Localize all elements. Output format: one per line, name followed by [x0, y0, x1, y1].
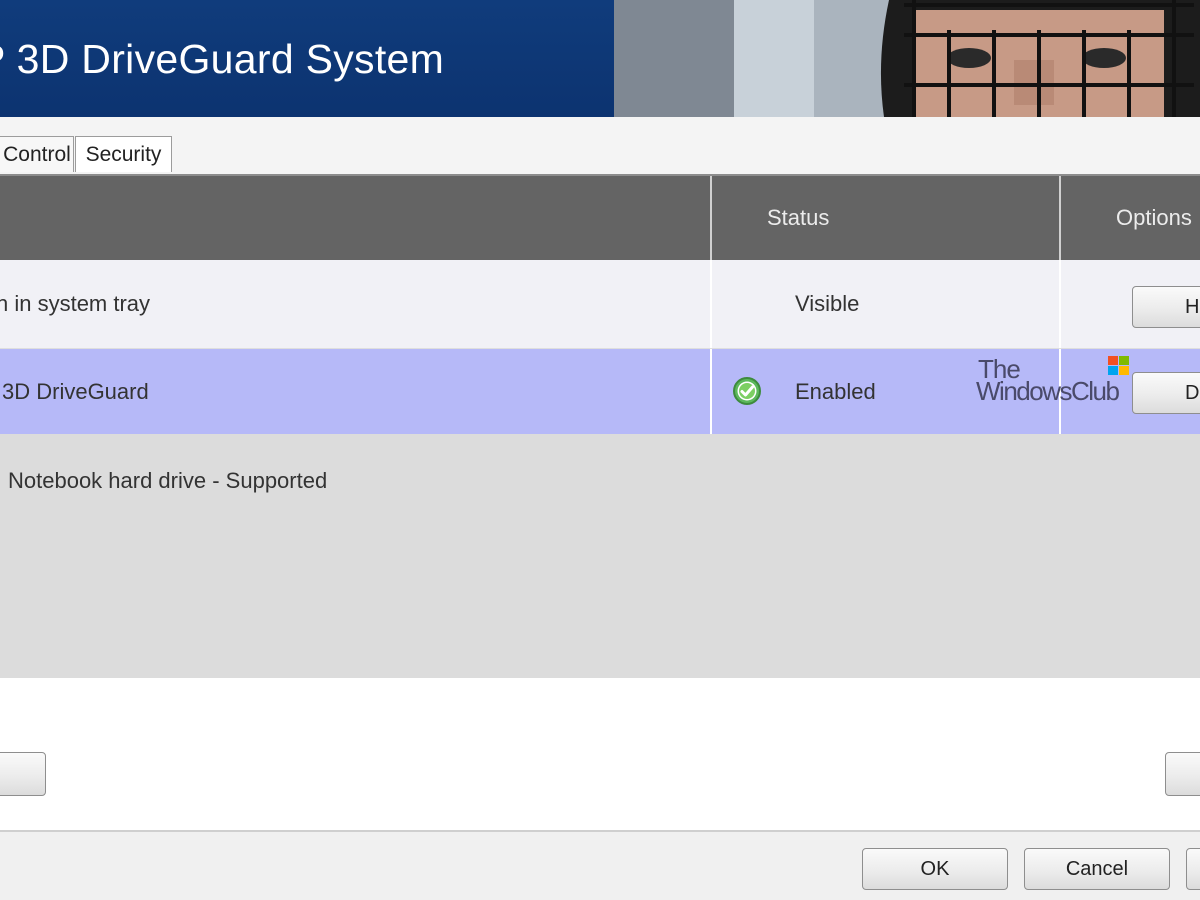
apply-button[interactable]	[1186, 848, 1200, 890]
row-name: n in system tray	[0, 291, 151, 316]
disable-button[interactable]: D	[1132, 372, 1200, 414]
lower-area	[0, 678, 1200, 830]
hide-icon-button[interactable]: H	[1132, 286, 1200, 328]
row-status-cell: Visible	[712, 260, 1061, 348]
row-name-cell: 3D DriveGuard	[0, 349, 712, 434]
table-header: Status Options	[0, 174, 1200, 260]
column-header-status: Status	[712, 176, 1061, 260]
row-name-cell: n in system tray	[0, 260, 712, 348]
column-header-name	[0, 176, 712, 260]
app-banner: P 3D DriveGuard System	[0, 0, 1200, 117]
cancel-button[interactable]: Cancel	[1024, 848, 1170, 890]
ok-button[interactable]: OK	[862, 848, 1008, 890]
hockey-player-image	[614, 0, 1200, 117]
tab-security[interactable]: Security	[75, 136, 172, 172]
info-panel: Notebook hard drive - Supported	[0, 434, 1200, 678]
column-header-options: Options	[1116, 205, 1192, 230]
dialog-footer	[0, 830, 1200, 900]
tab-bar	[0, 117, 1200, 174]
tab-control[interactable]: Control	[0, 136, 74, 172]
row-status: Enabled	[795, 378, 876, 404]
table-row[interactable]: n in system tray Visible	[0, 260, 1200, 349]
check-circle-icon	[733, 377, 761, 405]
watermark-line2: WindowsClub	[976, 376, 1120, 406]
right-action-button[interactable]	[1165, 752, 1200, 796]
watermark: The WindowsClub	[976, 354, 1136, 410]
app-title: P 3D DriveGuard System	[0, 36, 445, 82]
banner-photo	[614, 0, 1200, 117]
drive-support-text: Notebook hard drive - Supported	[8, 468, 328, 493]
hide-icon-button-label: H	[1185, 296, 1200, 318]
row-name: 3D DriveGuard	[2, 378, 149, 404]
left-action-button[interactable]	[0, 752, 46, 796]
disable-button-label: D	[1185, 382, 1200, 404]
windows-logo-icon	[1108, 356, 1129, 375]
row-status: Visible	[795, 291, 860, 316]
